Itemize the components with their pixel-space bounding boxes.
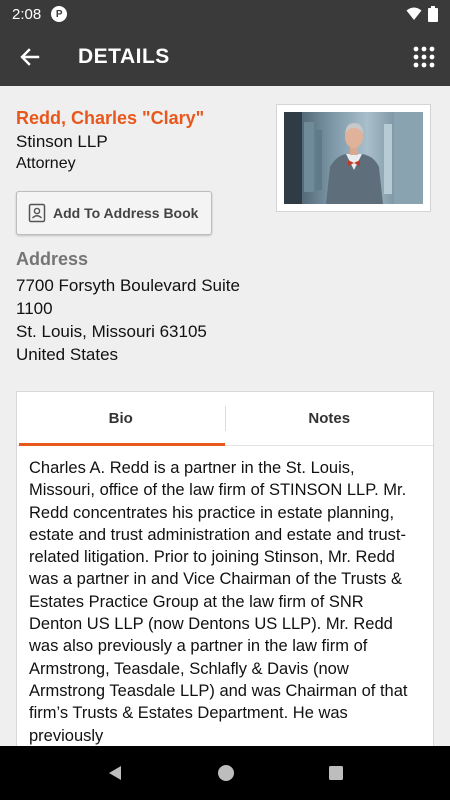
app-bar: DETAILS xyxy=(0,28,450,86)
address-line: 7700 Forsyth Boulevard Suite 1100 xyxy=(16,276,240,318)
battery-icon xyxy=(428,6,438,22)
address-line: St. Louis, Missouri 63105 xyxy=(16,322,207,341)
back-button[interactable] xyxy=(0,28,60,86)
status-icons xyxy=(406,6,438,22)
address-line: United States xyxy=(16,345,119,364)
status-bar: 2:08 P xyxy=(0,0,450,28)
details-content[interactable]: Redd, Charles "Clary" Stinson LLP Attorn… xyxy=(0,86,450,746)
tab-bio[interactable]: Bio xyxy=(17,392,225,446)
bio-text: Charles A. Redd is a partner in the St. … xyxy=(29,459,408,745)
arrow-back-icon xyxy=(20,48,40,66)
status-time: 2:08 xyxy=(12,5,42,23)
wifi-icon xyxy=(406,7,422,20)
system-nav-bar xyxy=(0,746,450,800)
contact-name: Redd, Charles "Clary" xyxy=(16,108,205,128)
nav-home-icon[interactable] xyxy=(216,763,236,783)
contact-firm: Stinson LLP xyxy=(16,132,108,151)
bio-notes-card: Bio Notes Charles A. Redd is a partner i… xyxy=(16,391,434,746)
address-block: 7700 Forsyth Boulevard Suite 1100 St. Lo… xyxy=(16,274,276,366)
address-label: Address xyxy=(16,249,89,269)
tab-notes[interactable]: Notes xyxy=(226,392,434,445)
tab-bar: Bio Notes xyxy=(17,392,433,446)
nav-recents-icon[interactable] xyxy=(328,765,344,781)
app-notification-icon: P xyxy=(51,6,68,22)
contact-card-icon xyxy=(28,203,46,223)
grid-menu-button[interactable] xyxy=(398,28,450,86)
add-to-address-book-label: Add To Address Book xyxy=(53,205,199,221)
nav-back-icon[interactable] xyxy=(106,764,124,782)
profile-photo-image xyxy=(284,112,423,204)
grid-menu-icon xyxy=(413,46,435,68)
contact-title: Attorney xyxy=(16,155,76,172)
add-to-address-book-button[interactable]: Add To Address Book xyxy=(16,191,212,235)
page-title: DETAILS xyxy=(78,45,170,68)
profile-photo xyxy=(276,104,431,212)
